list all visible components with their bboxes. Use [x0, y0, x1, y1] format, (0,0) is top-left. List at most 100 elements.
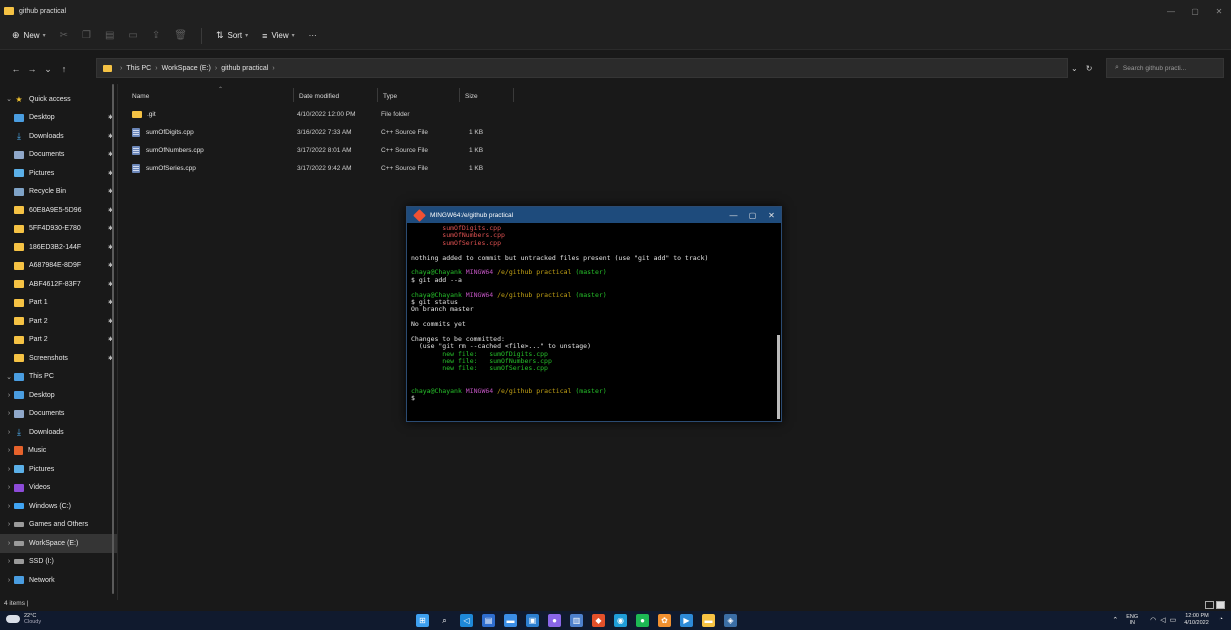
chevron-right-icon[interactable]: › [4, 521, 14, 528]
git-bash-icon[interactable]: ◈ [724, 614, 737, 627]
chevron-right-icon[interactable]: › [4, 392, 14, 399]
forward-arrow-icon[interactable]: → [24, 64, 40, 74]
file-row[interactable]: .git 4/10/2022 12:00 PM File folder [122, 106, 522, 122]
sidebar-item-pc[interactable]: › Pictures [0, 460, 117, 479]
chevron-down-icon[interactable]: ⌄ [4, 95, 14, 103]
column-header-name[interactable]: Name [132, 88, 149, 104]
chevron-right-icon[interactable]: › [4, 429, 14, 436]
breadcrumb-workspace[interactable]: WorkSpace (E:) [162, 65, 211, 72]
column-header-size[interactable]: Size [465, 88, 478, 104]
sidebar-item-pinned[interactable]: Part 1 ✱ [0, 294, 117, 313]
terminal-titlebar[interactable]: MINGW64:/e/github practical — ▢ ✕ [407, 207, 781, 223]
sort-button[interactable]: ⇅ Sort ▾ [216, 30, 248, 41]
up-arrow-icon[interactable]: ↑ [56, 64, 72, 74]
maximize-button[interactable]: ▢ [1183, 0, 1207, 22]
sidebar-item-pc[interactable]: › Desktop [0, 386, 117, 405]
sidebar-item-pinned[interactable]: Screenshots ✱ [0, 349, 117, 368]
volume-icon[interactable]: ◁ [1160, 616, 1165, 624]
close-button[interactable]: ✕ [1207, 0, 1231, 22]
recent-chevron-icon[interactable]: ⌄ [40, 64, 56, 75]
terminal-minimize-button[interactable]: — [724, 207, 743, 223]
clock[interactable]: 12:00 PM 4/10/2022 [1184, 613, 1208, 626]
sidebar-item-pc[interactable]: › Videos [0, 479, 117, 498]
app-icon-4[interactable]: ▥ [570, 614, 583, 627]
sidebar-quick-access[interactable]: ⌄ ★ Quick access [0, 90, 117, 109]
chevron-right-icon[interactable]: › [4, 577, 14, 584]
sidebar-item-pinned[interactable]: 5FF4D930-E780 ✱ [0, 220, 117, 239]
notification-icon[interactable]: ◔ [1219, 616, 1223, 623]
app-icon[interactable]: ▤ [482, 614, 495, 627]
column-header-date[interactable]: Date modified [299, 88, 339, 104]
weather-widget[interactable]: 22°C Cloudy [6, 613, 41, 625]
sidebar-item-pinned[interactable]: Part 2 ✱ [0, 331, 117, 350]
details-view-icon[interactable] [1205, 601, 1214, 609]
app-icon-2[interactable]: ▬ [504, 614, 517, 627]
file-row[interactable]: sumOfSeries.cpp 3/17/2022 9:42 AM C++ Sour… [122, 160, 522, 176]
sidebar-item-pc[interactable]: › ⤓ Downloads [0, 423, 117, 442]
sidebar-item-pinned[interactable]: 186ED3B2-144F ✱ [0, 238, 117, 257]
sidebar-scrollbar[interactable] [112, 84, 114, 594]
sidebar-item-pinned[interactable]: Recycle Bin ✱ [0, 183, 117, 202]
breadcrumb-github-practical[interactable]: github practical [221, 65, 268, 72]
share-icon[interactable]: ⇪ [152, 30, 160, 41]
refresh-icon[interactable]: ↻ [1086, 64, 1093, 73]
chevron-up-icon[interactable]: ⌃ [1112, 616, 1118, 624]
brave-icon[interactable]: ◆ [592, 614, 605, 627]
address-dropdown-icon[interactable]: ⌄ [1071, 64, 1078, 73]
git-bash-window[interactable]: MINGW64:/e/github practical — ▢ ✕ sumOfD… [406, 206, 782, 422]
sidebar-item-pinned[interactable]: Part 2 ✱ [0, 312, 117, 331]
sidebar-item-pinned[interactable]: A687984E-8D9F ✱ [0, 257, 117, 276]
app-icon-6[interactable]: ▶ [680, 614, 693, 627]
search-icon[interactable]: ⌕ [438, 614, 451, 627]
new-button[interactable]: ⊕ New ▾ [12, 30, 46, 41]
chevron-right-icon[interactable]: › [4, 447, 14, 454]
sidebar-item-pc[interactable]: › Windows (C:) [0, 497, 117, 516]
battery-icon[interactable]: ▭ [1170, 616, 1177, 624]
paste-icon[interactable]: ▤ [105, 30, 114, 41]
chevron-right-icon[interactable]: › [4, 503, 14, 510]
chevron-right-icon[interactable]: › [4, 484, 14, 491]
sidebar-item-pc[interactable]: › Games and Others [0, 516, 117, 535]
wifi-icon[interactable]: ◠ [1150, 616, 1156, 624]
chevron-right-icon[interactable]: › [4, 410, 14, 417]
file-row[interactable]: sumOfDigits.cpp 3/16/2022 7:33 AM C++ Sour… [122, 124, 522, 140]
sidebar-item-pinned[interactable]: 60E8A9E5-5D96 ✱ [0, 201, 117, 220]
app-icon-3[interactable]: ▣ [526, 614, 539, 627]
delete-icon[interactable]: 🗑 [174, 30, 187, 41]
rename-icon[interactable]: ▭ [128, 30, 137, 41]
sidebar-item-pc[interactable]: › Music [0, 442, 117, 461]
minimize-button[interactable]: — [1159, 0, 1183, 22]
start-icon[interactable]: ⊞ [416, 614, 429, 627]
sidebar-network[interactable]: › Network [0, 571, 117, 590]
sidebar-item-pinned[interactable]: ABF4612F-83F7 ✱ [0, 275, 117, 294]
sidebar-item-pc[interactable]: › SSD (I:) [0, 553, 117, 572]
chevron-right-icon[interactable]: › [4, 558, 14, 565]
column-separator[interactable] [513, 88, 514, 102]
view-button[interactable]: ≡ View ▾ [262, 31, 294, 41]
terminal-scrollbar[interactable] [777, 335, 780, 419]
app-icon-5[interactable]: ✿ [658, 614, 671, 627]
sidebar-item-pinned[interactable]: ⤓ Downloads ✱ [0, 127, 117, 146]
terminal-close-button[interactable]: ✕ [762, 207, 781, 223]
search-input[interactable]: ⌕ Search github practi... [1106, 58, 1224, 78]
column-separator[interactable] [377, 88, 378, 102]
copy-icon[interactable]: ❐ [82, 30, 91, 41]
sidebar-item-pinned[interactable]: Pictures ✱ [0, 164, 117, 183]
breadcrumb-this-pc[interactable]: This PC [126, 65, 151, 72]
terminal-output[interactable]: sumOfDigits.cpp sumOfNumbers.cpp sumOfSe… [411, 225, 773, 419]
chevron-right-icon[interactable]: › [4, 466, 14, 473]
terminal-maximize-button[interactable]: ▢ [743, 207, 762, 223]
address-bar[interactable]: › This PC › WorkSpace (E:) › github prac… [96, 58, 1068, 78]
column-separator[interactable] [293, 88, 294, 102]
language-indicator[interactable]: ENG IN [1126, 614, 1138, 626]
sidebar-this-pc[interactable]: ⌄ This PC [0, 368, 117, 387]
tiles-view-icon[interactable] [1216, 601, 1225, 609]
spotify-icon[interactable]: ● [636, 614, 649, 627]
sidebar-item-pinned[interactable]: Desktop ✱ [0, 109, 117, 128]
sidebar-item-pinned[interactable]: Documents ✱ [0, 146, 117, 165]
chrome-icon[interactable]: ◉ [614, 614, 627, 627]
back-arrow-icon[interactable]: ← [8, 64, 24, 74]
column-separator[interactable] [459, 88, 460, 102]
file-explorer-icon[interactable]: ▬ [702, 614, 715, 627]
chevron-down-icon[interactable]: ⌄ [4, 373, 14, 381]
